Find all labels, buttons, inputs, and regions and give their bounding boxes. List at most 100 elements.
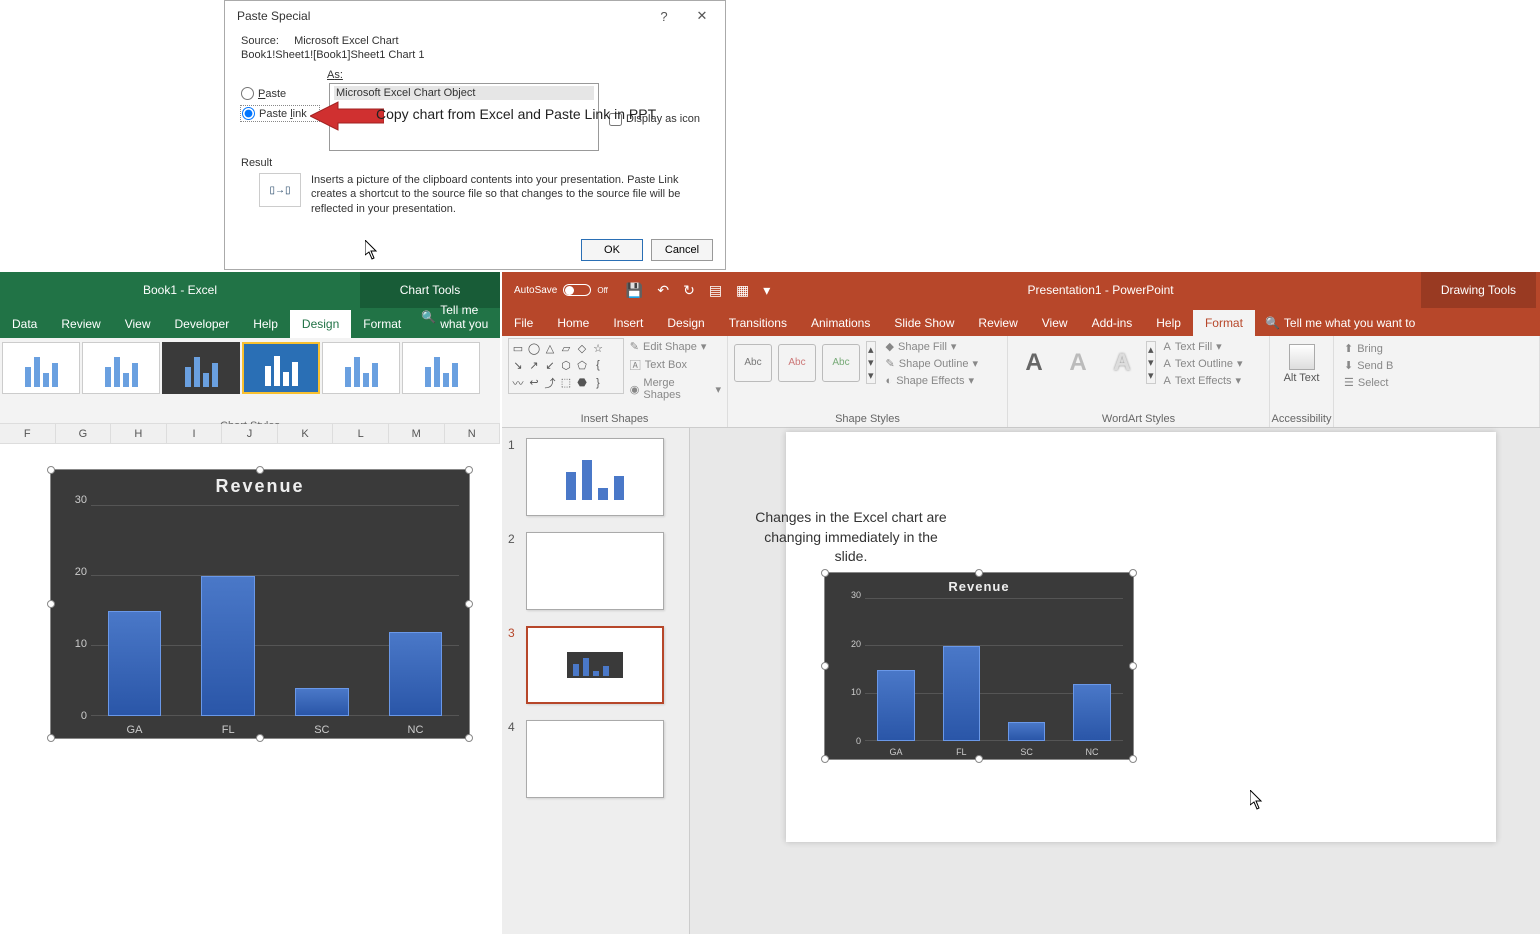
shape-fill-menu[interactable]: ◆Shape Fill ▾	[886, 340, 978, 353]
selection-handle[interactable]	[975, 569, 983, 577]
slide-thumb-row-selected[interactable]: 3	[508, 626, 683, 704]
tab-home[interactable]: Home	[545, 310, 601, 336]
tab-review[interactable]: Review	[966, 310, 1029, 336]
display-as-icon-checkbox[interactable]: Display as icon	[609, 83, 709, 151]
tab-file[interactable]: File	[502, 310, 545, 336]
merge-shapes-menu[interactable]: ◉Merge Shapes ▾	[630, 377, 721, 401]
selection-handle[interactable]	[47, 600, 55, 608]
tab-design[interactable]: Design	[655, 310, 716, 336]
col-header[interactable]: F	[0, 424, 56, 443]
selection-handle[interactable]	[821, 569, 829, 577]
revenue-chart-excel[interactable]: Revenue0102030GAFLSCNC	[50, 469, 470, 739]
slide-thumb-row[interactable]: 1	[508, 438, 683, 516]
shape-style-preset[interactable]: Abc	[822, 344, 860, 382]
tab-animations[interactable]: Animations	[799, 310, 882, 336]
start-from-beginning-icon[interactable]: ▤	[709, 282, 722, 299]
shape-style-preset[interactable]: Abc	[734, 344, 772, 382]
selection-handle[interactable]	[465, 600, 473, 608]
col-header[interactable]: K	[278, 424, 334, 443]
selection-handle[interactable]	[1129, 569, 1137, 577]
text-outline-menu[interactable]: AText Outline ▾	[1164, 357, 1243, 370]
selection-handle[interactable]	[821, 662, 829, 670]
slide-thumbnail-2[interactable]	[526, 532, 664, 610]
close-button[interactable]: ✕	[683, 8, 721, 24]
touch-mode-icon[interactable]: ▦	[736, 282, 749, 299]
cancel-button[interactable]: Cancel	[651, 239, 713, 261]
chart-style-thumb[interactable]	[82, 342, 160, 394]
chart-styles-gallery[interactable]	[0, 338, 500, 416]
selection-handle[interactable]	[975, 755, 983, 763]
text-box-button[interactable]: 🄰Text Box	[630, 357, 721, 373]
tab-help[interactable]: Help	[241, 310, 290, 338]
paste-radio[interactable]: Paste	[241, 87, 319, 100]
excel-grid[interactable]: F G H I J K L M N Revenue0102030GAFLSCNC	[0, 424, 500, 870]
paste-link-radio[interactable]: Paste link	[241, 106, 319, 121]
col-header[interactable]: G	[56, 424, 112, 443]
slide-thumb-row[interactable]: 4	[508, 720, 683, 798]
redo-icon[interactable]: ↻	[683, 282, 695, 299]
selection-handle[interactable]	[47, 734, 55, 742]
slide-thumbnail-3[interactable]	[526, 626, 664, 704]
ppt-tell-me[interactable]: 🔍Tell me what you want to	[1255, 310, 1425, 336]
slide-thumbnail-4[interactable]	[526, 720, 664, 798]
text-fill-menu[interactable]: AText Fill ▾	[1164, 340, 1243, 353]
autosave-toggle[interactable]: AutoSave Off	[506, 284, 616, 296]
edit-shape-menu[interactable]: ✎Edit Shape ▾	[630, 340, 721, 353]
tab-insert[interactable]: Insert	[601, 310, 655, 336]
slide-editor[interactable]: Changes in the Excel chart are changing …	[690, 428, 1540, 934]
selection-pane-menu[interactable]: ☰Select	[1344, 376, 1533, 389]
col-header[interactable]: I	[167, 424, 223, 443]
chart-style-thumb[interactable]	[162, 342, 240, 394]
selection-handle[interactable]	[47, 466, 55, 474]
shape-style-preset[interactable]: Abc	[778, 344, 816, 382]
wordart-preset[interactable]: A	[1058, 343, 1098, 383]
wordart-preset[interactable]: A	[1014, 343, 1054, 383]
tab-view[interactable]: View	[1030, 310, 1080, 336]
chart-style-thumb-selected[interactable]	[242, 342, 320, 394]
tab-data[interactable]: Data	[0, 310, 49, 338]
col-header[interactable]: H	[111, 424, 167, 443]
col-header[interactable]: M	[389, 424, 445, 443]
paste-link-radio-input[interactable]	[242, 107, 255, 120]
alt-text-button[interactable]: Alt Text	[1276, 338, 1327, 384]
tab-transitions[interactable]: Transitions	[717, 310, 799, 336]
bring-forward-menu[interactable]: ⬆Bring	[1344, 342, 1533, 355]
selection-handle[interactable]	[465, 734, 473, 742]
undo-icon[interactable]: ↶	[657, 282, 669, 299]
chart-style-thumb[interactable]	[2, 342, 80, 394]
as-list-item[interactable]: Microsoft Excel Chart Object	[334, 86, 594, 100]
selection-handle[interactable]	[1129, 662, 1137, 670]
tab-slideshow[interactable]: Slide Show	[882, 310, 966, 336]
excel-tell-me[interactable]: 🔍Tell me what you	[413, 296, 500, 338]
shapes-gallery[interactable]: ▭◯△▱◇☆ ↘↗↙⬡⬠{ 〰↩⤴⬚⬣}	[508, 338, 624, 394]
save-icon[interactable]: 💾	[626, 282, 643, 299]
selection-handle[interactable]	[256, 466, 264, 474]
slide-thumbnails-panel[interactable]: 1 2 3 4	[502, 428, 690, 934]
display-as-icon-input[interactable]	[609, 113, 622, 126]
tab-format[interactable]: Format	[1193, 310, 1255, 336]
tab-review[interactable]: Review	[49, 310, 112, 338]
selection-handle[interactable]	[256, 734, 264, 742]
selection-handle[interactable]	[821, 755, 829, 763]
wordart-preset[interactable]: A	[1102, 343, 1142, 383]
slide-thumbnail-1[interactable]	[526, 438, 664, 516]
chart-style-thumb[interactable]	[322, 342, 400, 394]
selection-handle[interactable]	[1129, 755, 1137, 763]
wordart-gallery-scroll[interactable]: ▴▾▾	[1146, 341, 1156, 384]
tab-developer[interactable]: Developer	[163, 310, 242, 338]
qat-dropdown-icon[interactable]: ▾	[763, 282, 770, 299]
slide-canvas[interactable]: Changes in the Excel chart are changing …	[786, 432, 1496, 842]
send-backward-menu[interactable]: ⬇Send B	[1344, 359, 1533, 372]
drawing-tools-tab[interactable]: Drawing Tools	[1421, 272, 1536, 308]
as-listbox[interactable]: Microsoft Excel Chart Object	[329, 83, 599, 151]
paste-radio-input[interactable]	[241, 87, 254, 100]
revenue-chart-ppt[interactable]: Revenue0102030GAFLSCNC	[824, 572, 1134, 760]
tab-addins[interactable]: Add-ins	[1080, 310, 1145, 336]
shape-outline-menu[interactable]: ✎Shape Outline ▾	[886, 357, 978, 370]
tab-view[interactable]: View	[113, 310, 163, 338]
col-header[interactable]: L	[333, 424, 389, 443]
chart-style-thumb[interactable]	[402, 342, 480, 394]
tab-format[interactable]: Format	[351, 310, 413, 338]
style-gallery-scroll[interactable]: ▴▾▾	[866, 341, 876, 384]
help-button[interactable]: ?	[645, 9, 683, 24]
